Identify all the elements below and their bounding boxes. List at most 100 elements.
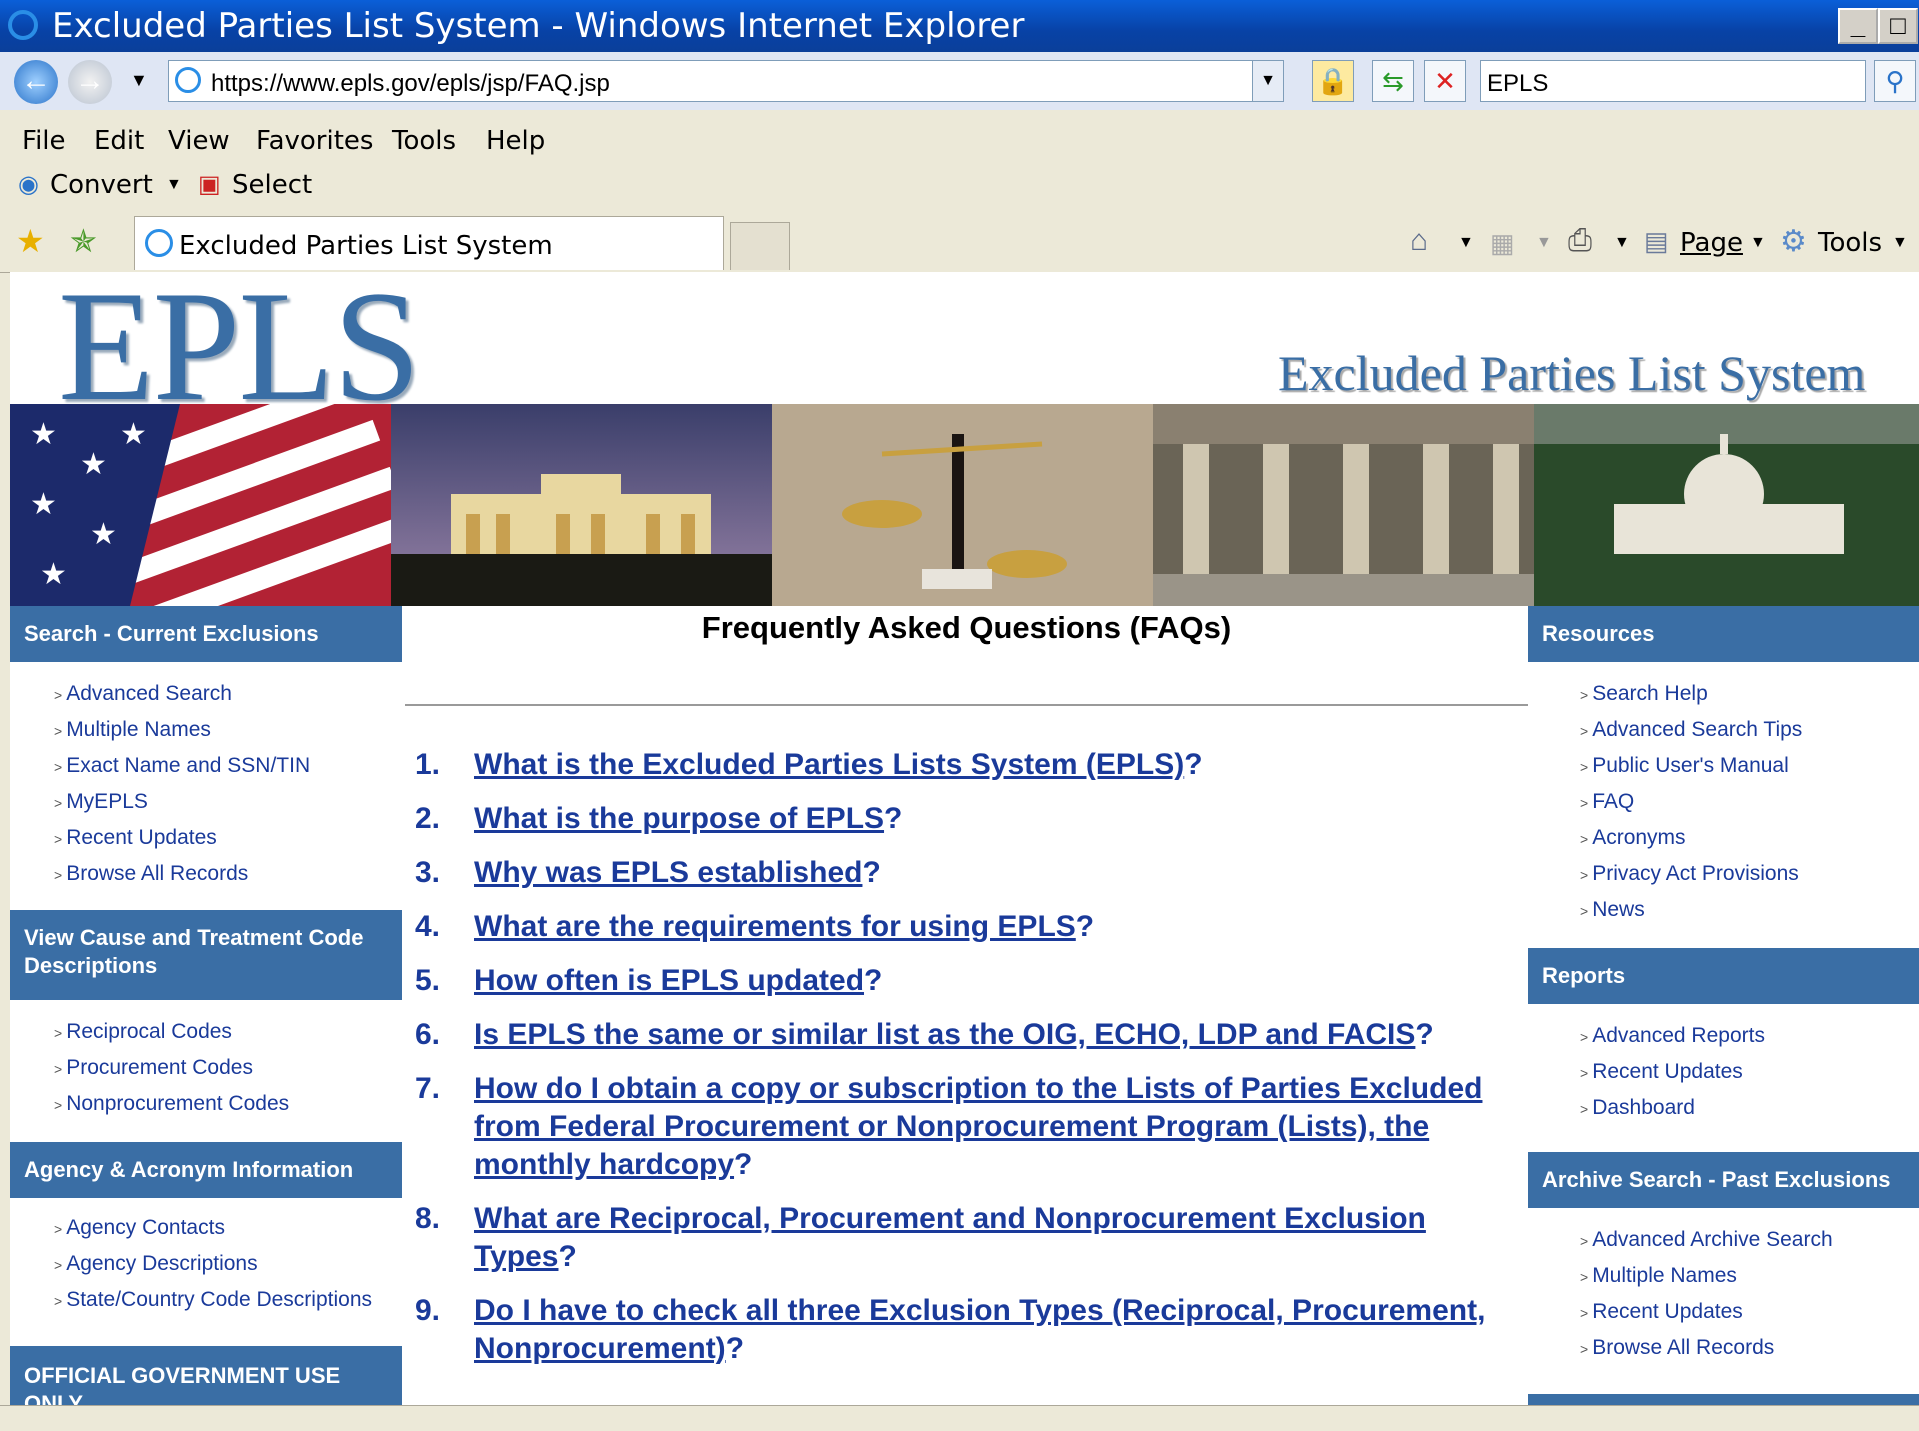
tab-title: Excluded Parties List System (179, 231, 553, 261)
link-recent-updates[interactable]: > Recent Updates (54, 826, 217, 850)
tab-excluded-parties[interactable]: Excluded Parties List System (134, 216, 724, 270)
convert-dropdown-icon[interactable]: ▼ (166, 176, 182, 194)
select-button[interactable]: Select (232, 170, 312, 200)
link-archive-recent-updates[interactable]: > Recent Updates (1580, 1300, 1743, 1324)
ie-logo-icon (8, 10, 38, 40)
svg-text:★: ★ (80, 448, 107, 481)
reports-header: Reports (1528, 948, 1919, 1004)
page-dropdown-icon[interactable]: ▼ (1750, 234, 1766, 252)
gear-icon: ⚙ (1780, 225, 1807, 258)
menu-help[interactable]: Help (486, 126, 545, 156)
left-sidebar: Search - Current Exclusions > Advanced Se… (10, 606, 402, 1405)
faq-link-8[interactable]: What are Reciprocal, Procurement and Non… (474, 1202, 1426, 1273)
page-title: Frequently Asked Questions (FAQs) (701, 610, 1232, 645)
search-icon[interactable]: ⚲ (1874, 60, 1916, 102)
faq-link-4[interactable]: What are the requirements for using EPLS (474, 910, 1076, 943)
link-state-country-codes[interactable]: > State/Country Code Descriptions (54, 1288, 372, 1312)
convert-icon: ◉ (18, 171, 39, 198)
recent-pages-dropdown-icon[interactable]: ▼ (130, 70, 148, 91)
link-reports-recent-updates[interactable]: > Recent Updates (1580, 1060, 1743, 1084)
stop-button[interactable]: ✕ (1424, 60, 1466, 102)
favorites-star-icon[interactable]: ★ (16, 222, 45, 260)
menu-tools[interactable]: Tools (392, 126, 456, 156)
link-advanced-archive-search[interactable]: > Advanced Archive Search (1580, 1228, 1833, 1252)
link-privacy-act[interactable]: > Privacy Act Provisions (1580, 862, 1799, 886)
link-advanced-search[interactable]: > Advanced Search (54, 682, 232, 706)
page-icon-menu: ▤ (1644, 226, 1669, 256)
menu-favorites[interactable]: Favorites (256, 126, 373, 156)
official-use-header: OFFICIAL GOVERNMENT USE ONLY (10, 1346, 402, 1405)
link-myepls[interactable]: > MyEPLS (54, 790, 148, 814)
link-search-help[interactable]: > Search Help (1580, 682, 1708, 706)
faq-content: Frequently Asked Questions (FAQs) 1. Wha… (405, 606, 1528, 1405)
tab-ie-icon (145, 229, 173, 257)
svg-text:★: ★ (120, 418, 147, 451)
link-advanced-reports[interactable]: > Advanced Reports (1580, 1024, 1765, 1048)
window-title: Excluded Parties List System - Windows I… (52, 6, 1025, 46)
link-reciprocal-codes[interactable]: > Reciprocal Codes (54, 1020, 232, 1044)
forward-button[interactable]: → (68, 60, 112, 104)
print-dropdown-icon[interactable]: ▼ (1614, 234, 1630, 252)
feeds-icon[interactable]: ▦ (1490, 228, 1515, 259)
link-archive-multiple-names[interactable]: > Multiple Names (1580, 1264, 1737, 1288)
status-bar (0, 1405, 1919, 1431)
home-icon[interactable]: ⌂ (1410, 224, 1428, 258)
cause-treatment-header: View Cause and Treatment Code Descriptio… (10, 910, 402, 1000)
maximize-button[interactable]: □ (1878, 8, 1918, 44)
link-archive-browse-all[interactable]: > Browse All Records (1580, 1336, 1774, 1360)
convert-button[interactable]: Convert (50, 170, 153, 200)
tab-bar: ★ ✯ Excluded Parties List System ⌂ ▼ ▦ ▼… (0, 210, 1919, 273)
white-house-photo (391, 404, 772, 606)
link-procurement-codes[interactable]: > Procurement Codes (54, 1056, 253, 1080)
divider (405, 704, 1528, 706)
svg-text:★: ★ (30, 488, 57, 521)
faq-link-5[interactable]: How often is EPLS updated (474, 964, 864, 997)
minimize-button[interactable]: _ (1838, 8, 1878, 44)
site-header: EPLS Excluded Parties List System (10, 272, 1919, 434)
link-nonprocurement-codes[interactable]: > Nonprocurement Codes (54, 1092, 289, 1116)
address-bar[interactable]: https://www.epls.gov/epls/jsp/FAQ.jsp ▼ (168, 60, 1284, 102)
menu-view[interactable]: View (168, 126, 230, 156)
faq-link-2[interactable]: What is the purpose of EPLS (474, 802, 884, 835)
link-agency-descriptions[interactable]: > Agency Descriptions (54, 1252, 258, 1276)
link-faq[interactable]: > FAQ (1580, 790, 1634, 814)
link-multiple-names[interactable]: > Multiple Names (54, 718, 211, 742)
scales-of-justice-photo (772, 404, 1153, 606)
print-icon[interactable]: ⎙ (1568, 224, 1592, 258)
new-tab-button[interactable] (730, 222, 790, 270)
site-subtitle: Excluded Parties List System (1278, 345, 1866, 401)
link-agency-contacts[interactable]: > Agency Contacts (54, 1216, 225, 1240)
link-acronyms[interactable]: > Acronyms (1580, 826, 1686, 850)
menu-file[interactable]: File (22, 126, 66, 156)
link-public-users-manual[interactable]: > Public User's Manual (1580, 754, 1789, 778)
link-browse-all-records[interactable]: > Browse All Records (54, 862, 248, 886)
back-button[interactable]: ← (14, 60, 58, 104)
tools-dropdown-icon[interactable]: ▼ (1892, 234, 1908, 252)
refresh-button[interactable]: ⇆ (1372, 60, 1414, 102)
faq-link-7[interactable]: How do I obtain a copy or subscription t… (474, 1072, 1482, 1181)
page-menu-button[interactable]: Page (1680, 228, 1743, 258)
link-dashboard[interactable]: > Dashboard (1580, 1096, 1695, 1120)
link-news[interactable]: > News (1580, 898, 1645, 922)
url-dropdown-icon[interactable]: ▼ (1252, 61, 1283, 101)
svg-text:★: ★ (30, 418, 57, 451)
faq-link-3[interactable]: Why was EPLS established (474, 856, 862, 889)
link-advanced-search-tips[interactable]: > Advanced Search Tips (1580, 718, 1802, 742)
right-sidebar: Resources > Search Help > Advanced Search … (1528, 606, 1919, 1405)
menu-edit[interactable]: Edit (94, 126, 144, 156)
page-icon (175, 67, 201, 93)
svg-text:★: ★ (90, 518, 117, 551)
faq-link-9[interactable]: Do I have to check all three Exclusion T… (474, 1294, 1485, 1365)
home-dropdown-icon[interactable]: ▼ (1458, 234, 1474, 252)
tools-menu-button[interactable]: Tools (1818, 228, 1882, 258)
window-title-bar: Excluded Parties List System - Windows I… (0, 0, 1919, 52)
url-text: https://www.epls.gov/epls/jsp/FAQ.jsp (211, 70, 610, 97)
agency-acronym-header: Agency & Acronym Information (10, 1142, 402, 1198)
search-input[interactable]: EPLS (1480, 60, 1866, 102)
add-favorite-icon[interactable]: ✯ (70, 222, 97, 260)
faq-link-1[interactable]: What is the Excluded Parties Lists Syste… (474, 748, 1184, 781)
link-exact-name-ssn[interactable]: > Exact Name and SSN/TIN (54, 754, 310, 778)
lock-icon[interactable]: 🔒 (1312, 60, 1354, 102)
faq-link-6[interactable]: Is EPLS the same or similar list as the … (474, 1018, 1415, 1051)
feeds-dropdown-icon[interactable]: ▼ (1536, 234, 1552, 252)
